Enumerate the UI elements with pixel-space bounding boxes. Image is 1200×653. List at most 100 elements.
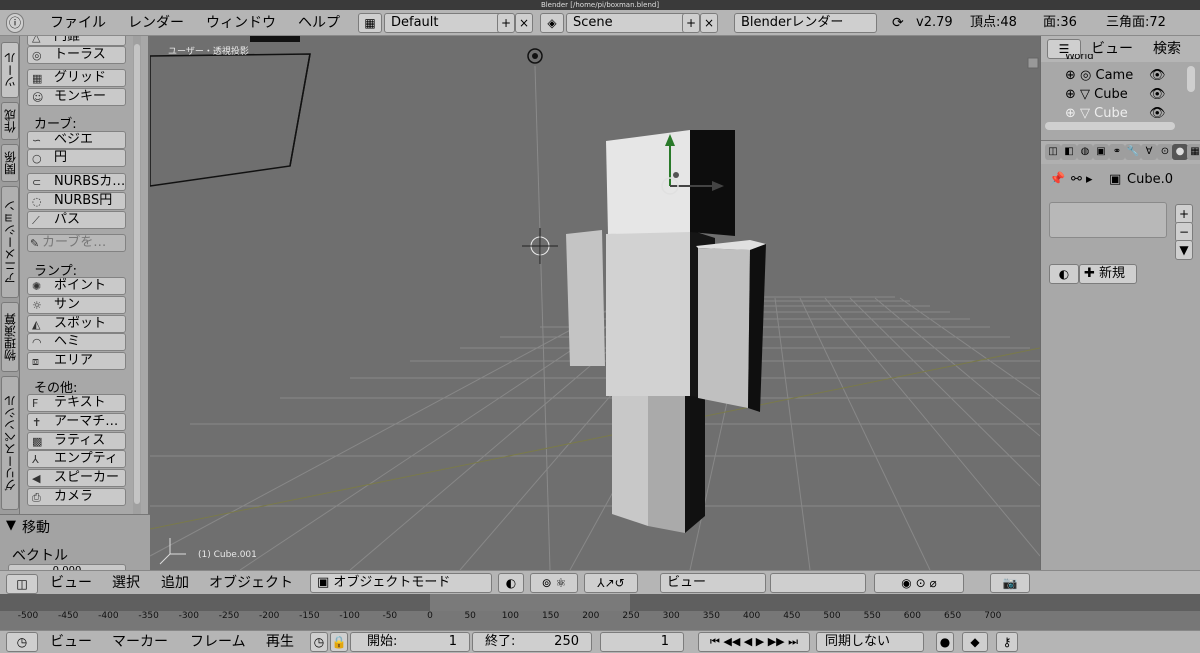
data-tab-icon[interactable]: ∀: [1141, 144, 1157, 160]
transform-orientation-select[interactable]: ビュー: [660, 573, 766, 593]
remove-slot-button[interactable]: −: [1175, 222, 1193, 242]
tool-circle-button[interactable]: ○ 円: [27, 149, 126, 167]
tool-sun-lamp-button[interactable]: ☼ サン: [27, 296, 126, 314]
tool-nurbs-curve-button[interactable]: ⊂ NURBSカ…: [27, 173, 126, 191]
tool-armature-button[interactable]: ✝ アーマチ…: [27, 413, 126, 431]
render-tab-icon[interactable]: ◫: [1045, 144, 1061, 160]
tool-monkey-button[interactable]: ☺ モンキー: [27, 88, 126, 106]
tool-shelf-scrollbar[interactable]: [133, 36, 141, 514]
menu-help[interactable]: ヘルプ: [298, 14, 340, 32]
modifier-tab-icon[interactable]: 🔧: [1125, 144, 1141, 160]
layout-remove-button[interactable]: ×: [515, 13, 533, 33]
tool-camera-button[interactable]: ⎙ カメラ: [27, 488, 126, 506]
keying-set-icon[interactable]: ◆: [962, 632, 988, 652]
timeline-menu-frame[interactable]: フレーム: [190, 633, 246, 651]
world-tab-icon[interactable]: ◍: [1077, 144, 1093, 160]
timeline-area[interactable]: -500 -450 -400 -350 -300 -250 -200 -150 -100 -50 0…: [0, 594, 1200, 630]
menu-add[interactable]: 追加: [161, 574, 189, 592]
menu-view[interactable]: ビュー: [50, 574, 92, 592]
outliner-item-cube[interactable]: ⊕ ▽ Cube 👁: [1065, 86, 1183, 104]
layout-icon[interactable]: ▦: [358, 13, 382, 33]
tool-text-button[interactable]: F テキスト: [27, 394, 126, 412]
shading-select-icon[interactable]: ◐: [498, 573, 524, 593]
tab-animation[interactable]: アニメーション: [1, 186, 19, 298]
playback-controls[interactable]: ⏮ ◀◀ ◀ ▶ ▶▶ ⏭: [698, 632, 810, 652]
collapse-triangle-icon[interactable]: ▼: [6, 518, 16, 533]
3d-viewport[interactable]: ユーザー・透視投影 (1) Cube.001: [150, 36, 1040, 570]
menu-select[interactable]: 選択: [112, 574, 140, 592]
record-icon[interactable]: ●: [936, 632, 954, 652]
timeline-menu-playback[interactable]: 再生: [266, 633, 294, 651]
tool-draw-curve-button[interactable]: ✎ カーブを…: [27, 234, 126, 252]
sync-mode-select[interactable]: 同期しない: [816, 632, 924, 652]
outliner-item-world[interactable]: World: [1065, 54, 1183, 62]
menu-window[interactable]: ウィンドウ: [206, 14, 276, 32]
tab-create[interactable]: 作成: [1, 102, 19, 140]
outliner-h-scrollbar[interactable]: [1045, 122, 1175, 130]
tool-torus-button[interactable]: ◎ トーラス: [27, 46, 126, 64]
end-frame-field[interactable]: 終了: 250: [472, 632, 592, 652]
material-tab-icon[interactable]: ●: [1172, 144, 1188, 160]
tool-bezier-button[interactable]: ∽ ベジエ: [27, 131, 126, 149]
layout-add-button[interactable]: +: [497, 13, 515, 33]
tool-lattice-button[interactable]: ▩ ラティス: [27, 432, 126, 450]
start-frame-field[interactable]: 開始: 1: [350, 632, 470, 652]
mode-select[interactable]: ▣ オブジェクトモード: [310, 573, 492, 593]
tool-area-lamp-button[interactable]: ⧈ エリア: [27, 352, 126, 370]
outliner-item-cube-selected[interactable]: ⊕ ▽ Cube 👁: [1065, 105, 1183, 123]
visibility-eye-icon[interactable]: 👁: [1149, 105, 1166, 123]
tab-physics[interactable]: 物理演算: [1, 302, 19, 372]
tool-hemi-lamp-button[interactable]: ◠ ヘミ: [27, 333, 126, 351]
menu-object[interactable]: オブジェクト: [209, 574, 293, 592]
menu-file[interactable]: ファイル: [50, 14, 106, 32]
tool-cone-button[interactable]: △ 円錐: [27, 36, 126, 46]
render-icons[interactable]: 📷: [990, 573, 1030, 593]
tool-path-button[interactable]: ⟋ パス: [27, 211, 126, 229]
add-slot-button[interactable]: +: [1175, 204, 1193, 224]
tool-speaker-button[interactable]: ◀ スピーカー: [27, 469, 126, 487]
tool-point-lamp-button[interactable]: ✺ ポイント: [27, 277, 126, 295]
tool-grid-button[interactable]: ▦ グリッド: [27, 69, 126, 87]
texture-tab-icon[interactable]: ▦: [1187, 144, 1200, 160]
scene-icon[interactable]: ◈: [540, 13, 564, 33]
pivot-snap-icons[interactable]: ⊚ ⚛: [530, 573, 578, 593]
timeline-ruler[interactable]: [0, 594, 1200, 611]
tab-relations[interactable]: 関係: [1, 144, 19, 182]
visibility-eye-icon[interactable]: 👁: [1149, 86, 1166, 104]
visibility-eye-icon[interactable]: 👁: [1149, 67, 1166, 85]
outliner-v-scrollbar[interactable]: [1187, 66, 1195, 92]
tool-empty-button[interactable]: ⅄ エンプティ: [27, 450, 126, 468]
current-frame-field[interactable]: 1: [600, 632, 684, 652]
scene-remove-button[interactable]: ×: [700, 13, 718, 33]
timeline-menu-view[interactable]: ビュー: [50, 633, 92, 651]
timeline-editor-icon[interactable]: ◷: [6, 632, 38, 652]
timeline-menu-marker[interactable]: マーカー: [112, 633, 168, 651]
lock-icon[interactable]: 🔒: [330, 632, 348, 652]
material-browse-icon[interactable]: ◐: [1049, 264, 1079, 284]
tool-nurbs-circle-button[interactable]: ◌ NURBS円: [27, 192, 126, 210]
tool-spot-lamp-button[interactable]: ◭ スポット: [27, 315, 126, 333]
menu-render[interactable]: レンダー: [128, 14, 184, 32]
render-engine-select[interactable]: Blenderレンダー: [734, 13, 877, 33]
slot-menu-button[interactable]: ▼: [1175, 240, 1193, 260]
pin-icon[interactable]: 📌: [1049, 172, 1065, 187]
scrollbar-thumb[interactable]: [134, 44, 140, 504]
layer-buttons[interactable]: [770, 573, 866, 593]
manipulator-icons[interactable]: ⅄↗↺: [584, 573, 638, 593]
info-editor-icon[interactable]: ⓘ: [6, 13, 24, 33]
tab-grease-pencil[interactable]: グリースペンシル: [1, 376, 19, 510]
new-material-button[interactable]: ✚ 新規: [1079, 264, 1137, 284]
layout-field[interactable]: Default: [384, 13, 514, 33]
clock-icon[interactable]: ◷: [310, 632, 328, 652]
outliner-item-camera[interactable]: ⊕ ◎ Came 👁: [1065, 67, 1183, 85]
physics-tab-icon[interactable]: ⊙: [1157, 144, 1173, 160]
editor-type-icon[interactable]: ◫: [6, 574, 38, 594]
constraint-tab-icon[interactable]: ⚭: [1109, 144, 1125, 160]
material-slot-list[interactable]: [1049, 202, 1167, 238]
scene-tab-icon[interactable]: ◧: [1061, 144, 1077, 160]
snap-icons[interactable]: ◉ ⊙ ⌀: [874, 573, 964, 593]
keyframe-icon[interactable]: ⚷: [996, 632, 1018, 652]
scene-field[interactable]: Scene: [566, 13, 696, 33]
tab-tools[interactable]: ツール: [1, 42, 19, 98]
object-tab-icon[interactable]: ▣: [1093, 144, 1109, 160]
